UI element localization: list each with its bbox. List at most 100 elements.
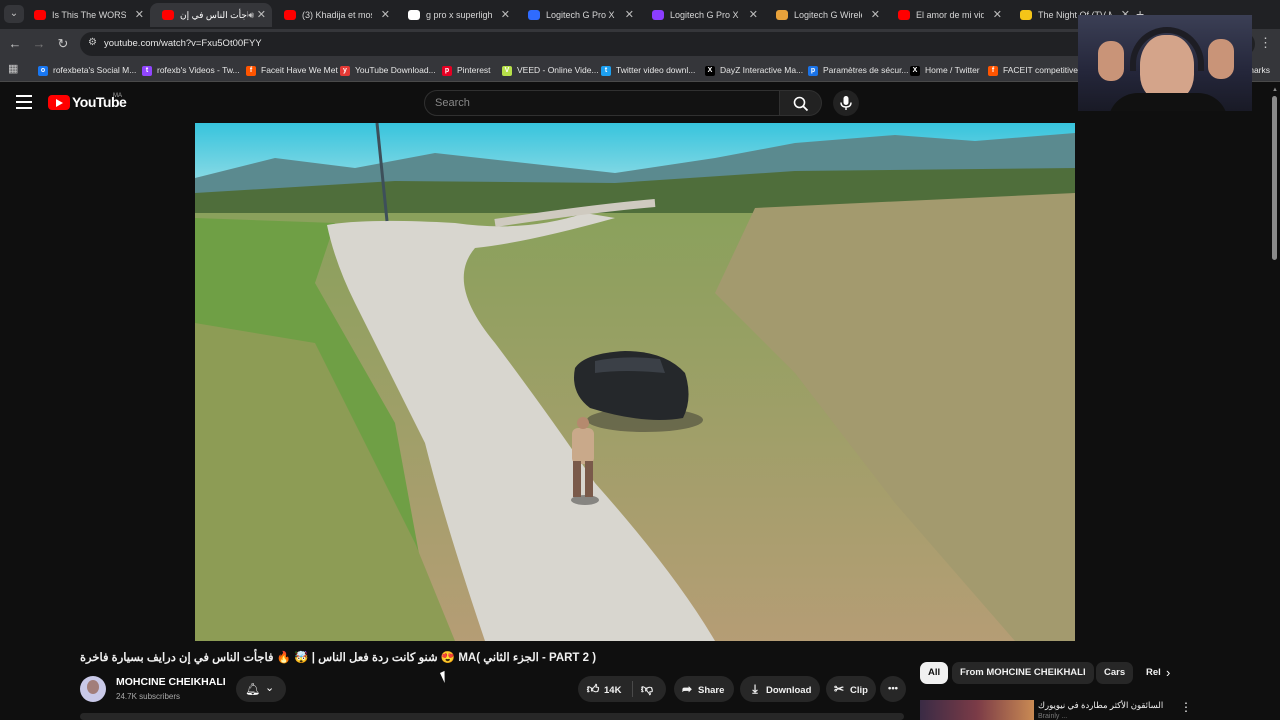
like-divider bbox=[632, 681, 633, 697]
bookmark-label: Pinterest bbox=[457, 65, 491, 75]
bookmark-item[interactable]: t Twitter video downl... bbox=[601, 59, 695, 81]
speaker-icon[interactable]: 🔊︎ bbox=[248, 3, 254, 27]
bookmark-item[interactable]: o rofexbeta's Social M... bbox=[38, 59, 136, 81]
webcam-overlay bbox=[1078, 15, 1252, 111]
bookmark-item[interactable]: p Paramètres de sécur... bbox=[808, 59, 909, 81]
tab-favicon-icon bbox=[162, 10, 174, 20]
bookmark-item[interactable]: p Pinterest bbox=[442, 59, 491, 81]
bookmark-item[interactable]: V VEED - Online Vide... bbox=[502, 59, 599, 81]
download-label: Download bbox=[766, 685, 812, 696]
tab-close-icon[interactable]: ✕ bbox=[501, 3, 510, 27]
tab-close-icon[interactable]: ✕ bbox=[135, 3, 144, 27]
tab-close-icon[interactable]: ✕ bbox=[993, 3, 1002, 27]
download-button[interactable]: ⤓ Download bbox=[740, 676, 820, 702]
bookmark-label: Home / Twitter bbox=[925, 65, 980, 75]
bookmark-favicon-icon: f bbox=[988, 65, 998, 76]
filter-chip[interactable]: All bbox=[920, 662, 949, 684]
tab-favicon-icon bbox=[528, 10, 540, 20]
browser-tab[interactable]: Logitech G Pro X Sup ✕ bbox=[516, 3, 640, 27]
bookmark-label: rofexb's Videos - Tw... bbox=[157, 65, 240, 75]
clip-button[interactable]: ✂ Clip bbox=[826, 676, 876, 702]
bookmark-item[interactable]: f Faceit Have We Met bbox=[246, 59, 338, 81]
share-button[interactable]: ➦ Share bbox=[674, 676, 734, 702]
thumbs-down-icon: 👎︎ bbox=[640, 682, 654, 696]
browser-tab[interactable]: Logitech G Pro X Sup ✕ bbox=[640, 3, 764, 27]
forward-icon[interactable]: → bbox=[30, 35, 48, 53]
browser-tab[interactable]: g pro x superlight 2 n ✕ bbox=[396, 3, 516, 27]
scroll-up-icon[interactable]: ▲ bbox=[1272, 87, 1278, 93]
tab-close-icon[interactable]: ✕ bbox=[625, 3, 634, 27]
bookmark-item[interactable]: f FACEIT competitive... bbox=[988, 59, 1085, 81]
search-input[interactable]: Search bbox=[424, 90, 780, 116]
youtube-logo-icon[interactable] bbox=[48, 95, 70, 110]
like-button[interactable]: 👍︎ 14K bbox=[586, 676, 622, 704]
subscriber-count: 24.7K subscribers bbox=[116, 692, 181, 701]
menu-icon[interactable] bbox=[16, 95, 32, 109]
recommended-title[interactable]: السائقون الأكثر مطاردة في نيويورك bbox=[1038, 700, 1163, 711]
tab-search-button[interactable]: ⌄ bbox=[4, 5, 24, 23]
recommended-channel: Brainly ... bbox=[1038, 713, 1068, 720]
bell-icon: 🔔︎ bbox=[245, 682, 261, 696]
filter-chip[interactable]: Cars bbox=[1096, 662, 1134, 684]
video-title: شنو كانت ردة فعل الناس | 🤯 🔥 فاجأت الناس… bbox=[80, 652, 597, 664]
bookmark-item[interactable]: X DayZ Interactive Ma... bbox=[705, 59, 803, 81]
recommended-thumbnail[interactable] bbox=[920, 700, 1034, 720]
tab-title: Logitech G Pro X Sup bbox=[546, 10, 616, 20]
subscription-bell-button[interactable]: 🔔︎ ⌄ bbox=[236, 676, 286, 702]
bookmark-favicon-icon: f bbox=[246, 65, 256, 76]
tab-favicon-icon bbox=[408, 10, 420, 20]
bookmark-item[interactable]: y YouTube Download... bbox=[340, 59, 436, 81]
back-icon[interactable]: ← bbox=[6, 35, 24, 53]
tab-title: فاجأت الناس في إن bbox=[180, 10, 248, 20]
search-button[interactable] bbox=[780, 90, 822, 116]
url-text: youtube.com/watch?v=Fxu5Ot00FYY bbox=[104, 38, 262, 49]
chevron-down-icon: ⌄ bbox=[265, 682, 275, 694]
bookmark-favicon-icon: p bbox=[808, 65, 818, 76]
tab-close-icon[interactable]: ✕ bbox=[257, 3, 266, 27]
voice-search-button[interactable] bbox=[833, 90, 859, 116]
bookmark-favicon-icon: X bbox=[705, 65, 715, 76]
browser-tab[interactable]: فاجأت الناس في إن 🔊︎ ✕ bbox=[150, 3, 272, 27]
filter-chip[interactable]: From MOHCINE CHEIKHALI bbox=[952, 662, 1094, 684]
dislike-button[interactable]: 👎︎ bbox=[640, 676, 658, 704]
tab-favicon-icon bbox=[284, 10, 296, 20]
channel-avatar[interactable] bbox=[80, 676, 106, 702]
tab-favicon-icon bbox=[776, 10, 788, 20]
recommended-menu-icon[interactable]: ⋮ bbox=[1180, 700, 1192, 714]
thumbs-up-icon: 👍︎ bbox=[586, 682, 600, 696]
filter-chip[interactable]: Rel bbox=[1138, 662, 1178, 684]
bookmark-label: VEED - Online Vide... bbox=[517, 65, 599, 75]
bookmark-favicon-icon: t bbox=[601, 65, 611, 76]
browser-tab[interactable]: (3) Khadija et mossta ✕ bbox=[272, 3, 396, 27]
tab-favicon-icon bbox=[1020, 10, 1032, 20]
browser-menu-icon[interactable]: ⋮ bbox=[1259, 35, 1272, 51]
bookmark-favicon-icon: X bbox=[910, 65, 920, 76]
search-placeholder: Search bbox=[435, 97, 470, 109]
reload-icon[interactable]: ↻ bbox=[54, 35, 72, 53]
video-player[interactable] bbox=[195, 123, 1075, 641]
browser-tab[interactable]: Logitech G Wireless G ✕ bbox=[764, 3, 886, 27]
scrollbar-thumb[interactable] bbox=[1272, 96, 1277, 260]
tab-close-icon[interactable]: ✕ bbox=[871, 3, 880, 27]
description-box[interactable] bbox=[80, 713, 904, 720]
bookmark-item[interactable]: X Home / Twitter bbox=[910, 59, 980, 81]
browser-tab[interactable]: El amor de mi vida m ✕ bbox=[886, 3, 1008, 27]
tab-close-icon[interactable]: ✕ bbox=[749, 3, 758, 27]
share-icon: ➦ bbox=[681, 682, 693, 696]
tab-title: g pro x superlight 2 n bbox=[426, 10, 492, 20]
bookmark-item[interactable]: t rofexb's Videos - Tw... bbox=[142, 59, 240, 81]
chevron-right-icon[interactable]: › bbox=[1166, 665, 1170, 680]
bookmark-label: FACEIT competitive... bbox=[1003, 65, 1086, 75]
tab-favicon-icon bbox=[898, 10, 910, 20]
apps-grid-icon[interactable]: ▦ bbox=[8, 63, 20, 75]
site-settings-icon[interactable]: ⚙ bbox=[88, 37, 100, 49]
bookmark-label: Faceit Have We Met bbox=[261, 65, 338, 75]
tab-title: Is This The WORST M bbox=[52, 10, 126, 20]
channel-name[interactable]: MOHCINE CHEIKHALI bbox=[116, 676, 226, 688]
bookmark-favicon-icon: t bbox=[142, 65, 152, 76]
more-actions-button[interactable]: ••• bbox=[880, 676, 906, 702]
tab-title: Logitech G Pro X Sup bbox=[670, 10, 740, 20]
tab-close-icon[interactable]: ✕ bbox=[381, 3, 390, 27]
scissors-icon: ✂ bbox=[833, 682, 845, 696]
browser-tab[interactable]: Is This The WORST M ✕ bbox=[22, 3, 150, 27]
